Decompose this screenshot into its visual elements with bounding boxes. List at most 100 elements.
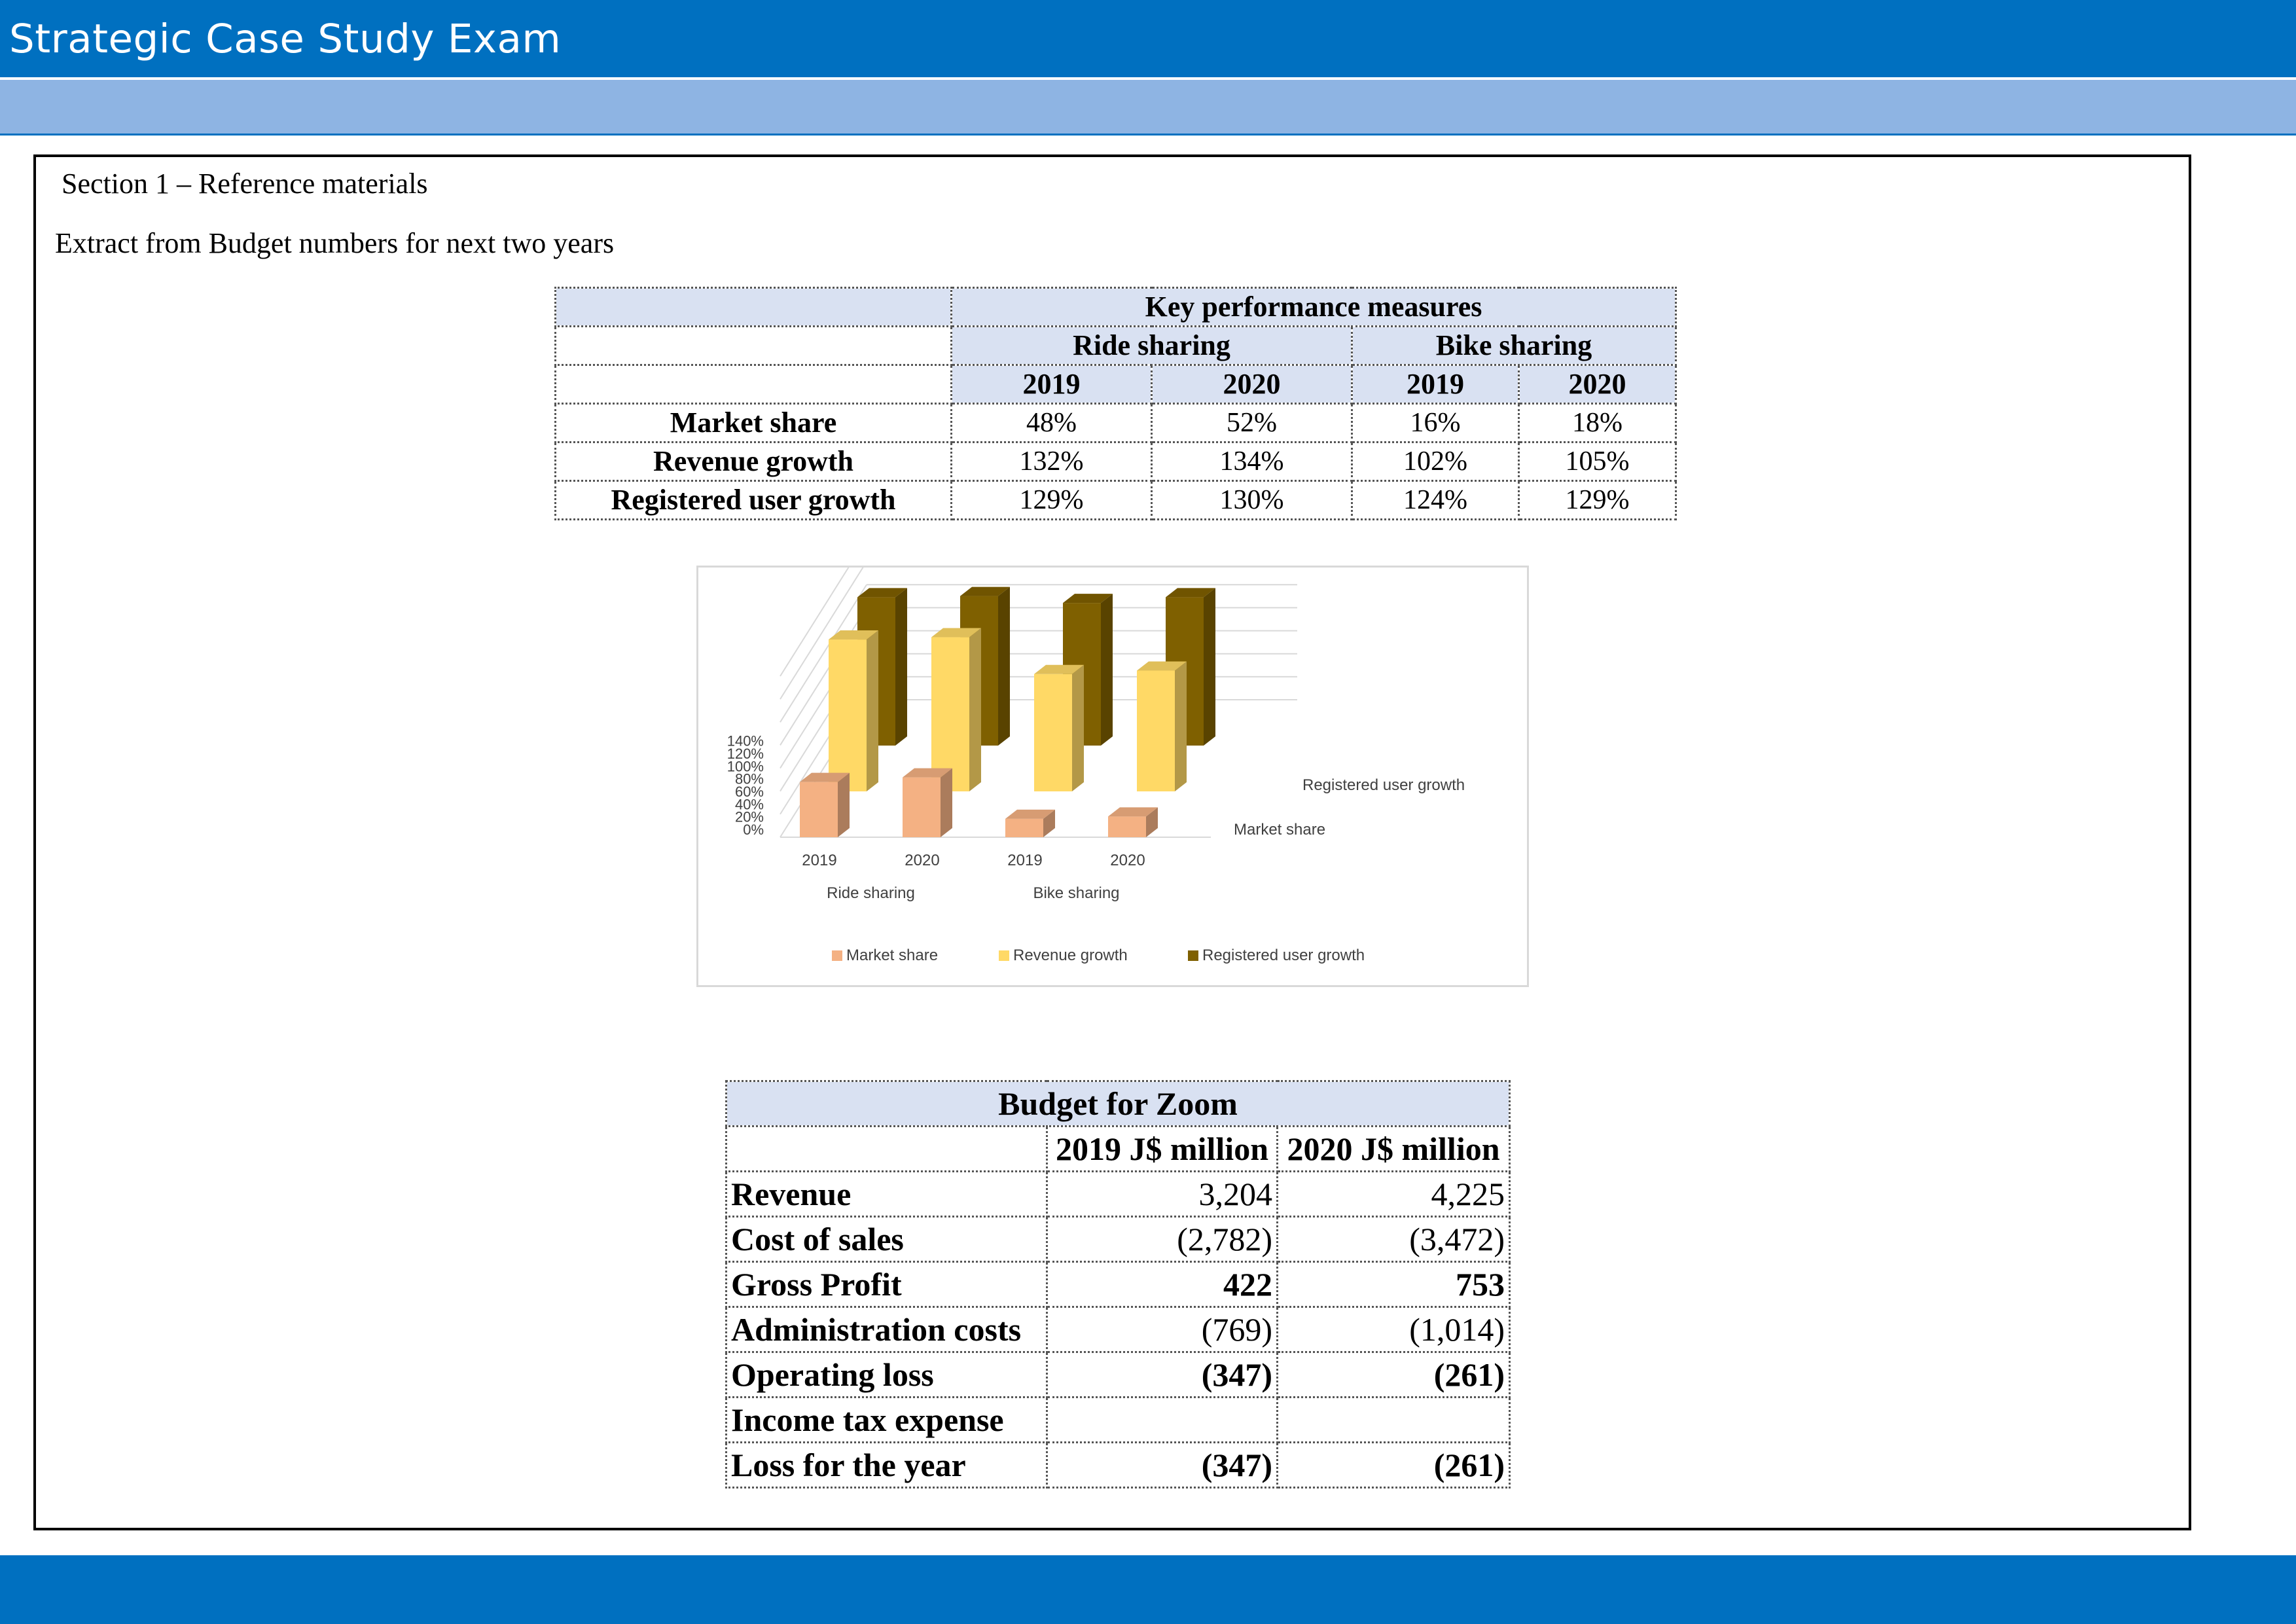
table-row: Revenue growth 132% 134% 102% 105% [554,441,1677,482]
row-label: Revenue growth [554,441,952,482]
kpi-group-ride: Ride sharing [950,325,1353,366]
budget-column-header-row: 2019 J$ million 2020 J$ million [725,1125,1511,1172]
extract-title: Extract from Budget numbers for next two… [55,227,615,259]
row-label: Operating loss [725,1351,1048,1398]
table-cell: (2,782) [1046,1216,1278,1263]
column-header: 2019 J$ million [1046,1125,1278,1172]
kpi-title-row: Key performance measures [554,287,1677,327]
row-label: Income tax expense [725,1396,1048,1443]
exam-title: Strategic Case Study Exam [9,16,562,62]
table-cell: (261) [1276,1441,1511,1489]
x-tick-label: 2019 [1007,852,1042,869]
table-row: Operating loss (347) (261) [725,1351,1511,1398]
table-row: Loss for the year (347) (261) [725,1441,1511,1489]
table-row: Gross Profit 422 753 [725,1261,1511,1308]
chart-bar-side [1175,661,1187,791]
chart-svg: 0%20%40%60%80%100%120%140%2019 2020 2019 20… [727,568,1465,964]
table-row: Administration costs (769) (1,014) [725,1306,1511,1353]
table-cell: 132% [950,441,1153,482]
chart-bar-side [1101,594,1113,746]
chart-bar [903,777,941,837]
footer-bar [0,1555,2296,1624]
chart-bar [829,640,867,791]
table-cell: 52% [1151,403,1353,443]
y-tick-label: 140% [727,733,764,749]
kpi-year-row: 2019 2020 2019 2020 [554,364,1677,405]
legend-swatch [999,950,1009,961]
header-bar: Strategic Case Study Exam [0,0,2296,80]
legend-label: Revenue growth [1013,947,1128,964]
chart-bar [1137,670,1175,791]
row-label: Revenue [725,1170,1048,1218]
table-cell [1276,1396,1511,1443]
table-cell: 4,225 [1276,1170,1511,1218]
table-cell: 422 [1046,1261,1278,1308]
table-cell: 124% [1351,480,1520,520]
kpi-year: 2019 [950,364,1153,405]
depth-axis-label: Market share [1234,821,1325,839]
row-label: Administration costs [725,1306,1048,1353]
table-cell: 16% [1351,403,1520,443]
chart-bar-side [867,630,878,791]
kpi-table: Key performance measures Ride sharing Bi… [554,287,1677,520]
table-cell: (261) [1276,1351,1511,1398]
chart-bar-side [838,772,850,837]
table-cell: 134% [1151,441,1353,482]
table-cell: (347) [1046,1441,1278,1489]
table-row: Registered user growth 129% 130% 124% 12… [554,480,1677,520]
chart-bar-side [998,586,1010,746]
row-label: Gross Profit [725,1261,1048,1308]
legend-label: Registered user growth [1202,947,1365,964]
budget-table: Budget for Zoom 2019 J$ million 2020 J$ … [725,1080,1511,1489]
x-tick-label: 2020 [1110,852,1145,869]
table-cell: (3,472) [1276,1216,1511,1263]
table-cell: 105% [1518,441,1677,482]
chart-bar [1034,674,1072,791]
table-cell: 129% [950,480,1153,520]
table-cell: 130% [1151,480,1353,520]
table-cell: 48% [950,403,1153,443]
kpi-group-row: Ride sharing Bike sharing [554,325,1677,366]
sub-header-bar [0,80,2296,135]
legend-label: Market share [846,947,938,964]
table-cell: (769) [1046,1306,1278,1353]
kpi-chart: 0% 20% 40% 60% 80% 100% 120% 140% 2019 2020 2019 20… [696,566,1529,987]
kpi-year: 2019 [1351,364,1520,405]
column-header: 2020 J$ million [1276,1125,1511,1172]
row-label: Registered user growth [554,480,952,520]
chart-bar-side [941,768,952,837]
x-group-label: Ride sharing [827,884,915,902]
table-cell: 753 [1276,1261,1511,1308]
table-row: Cost of sales (2,782) (3,472) [725,1216,1511,1263]
table-cell: 129% [1518,480,1677,520]
legend-swatch [1188,950,1198,961]
x-tick-label: 2020 [905,852,939,869]
depth-axis-label: Registered user growth [1302,776,1465,794]
chart-bar-side [1204,588,1215,746]
chart-bar [1005,818,1043,837]
table-cell: (347) [1046,1351,1278,1398]
x-group-label: Bike sharing [1033,884,1119,902]
table-cell: 102% [1351,441,1520,482]
table-cell: 18% [1518,403,1677,443]
chart-bar-side [969,628,981,791]
table-cell: (1,014) [1276,1306,1511,1353]
budget-table-title: Budget for Zoom [725,1080,1511,1127]
chart-bar [800,782,838,837]
row-label: Cost of sales [725,1216,1048,1263]
table-cell: 3,204 [1046,1170,1278,1218]
kpi-year: 2020 [1518,364,1677,405]
table-row: Income tax expense [725,1396,1511,1443]
kpi-group-bike: Bike sharing [1351,325,1677,366]
chart-bar [1108,816,1146,837]
table-row: Revenue 3,204 4,225 [725,1170,1511,1218]
legend-swatch [832,950,842,961]
section-title: Section 1 – Reference materials [62,168,428,200]
row-label: Market share [554,403,952,443]
x-tick-label: 2019 [802,852,836,869]
row-label: Loss for the year [725,1441,1048,1489]
chart-bar-side [895,588,907,746]
kpi-table-title: Key performance measures [950,287,1677,327]
chart-bar-side [1072,664,1084,791]
table-cell [1046,1396,1278,1443]
